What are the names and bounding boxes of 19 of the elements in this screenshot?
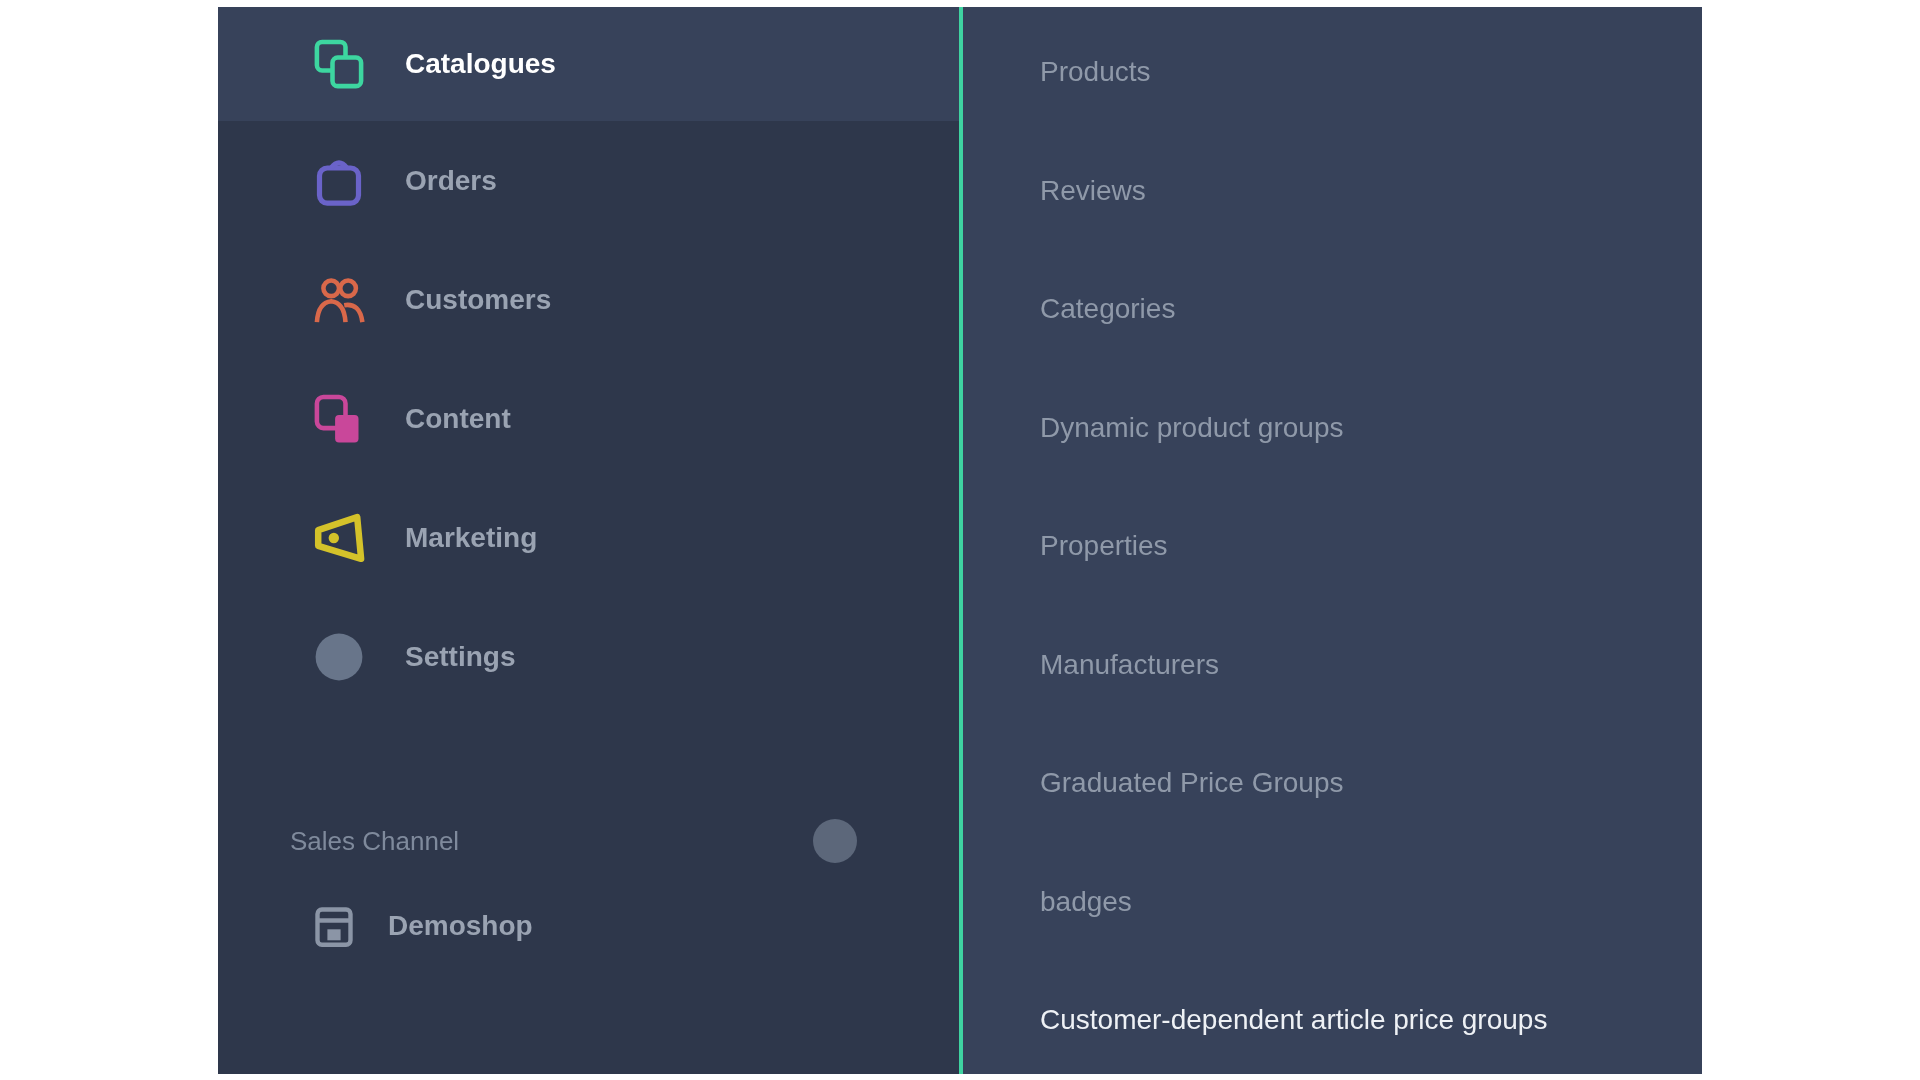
submenu-item[interactable]: Properties [963, 487, 1702, 606]
menu-item[interactable]: Customers [218, 240, 959, 359]
menu-item[interactable]: Catalogues [218, 7, 959, 121]
submenu-item[interactable]: Graduated Price Groups [963, 724, 1702, 843]
submenu-item[interactable]: badges [963, 842, 1702, 961]
submenu-item[interactable]: Categories [963, 250, 1702, 369]
submenu-item[interactable]: Customer-dependent article price groups [963, 961, 1702, 1074]
menu-item[interactable]: Marketing [218, 478, 959, 597]
submenu-item[interactable]: Reviews [963, 131, 1702, 250]
menu-item[interactable]: Content [218, 359, 959, 478]
menu-item[interactable]: Settings [218, 597, 959, 716]
sales-channel-item[interactable]: Demoshop [218, 876, 959, 976]
submenu-item[interactable]: Manufacturers [963, 605, 1702, 724]
submenu-item[interactable]: Dynamic product groups [963, 368, 1702, 487]
circle-button[interactable] [813, 819, 857, 863]
storefront-icon [312, 904, 356, 948]
section-heading: Sales Channel [290, 825, 460, 857]
menu-item[interactable]: Orders [218, 121, 959, 240]
submenu-item[interactable]: Products [963, 13, 1702, 132]
